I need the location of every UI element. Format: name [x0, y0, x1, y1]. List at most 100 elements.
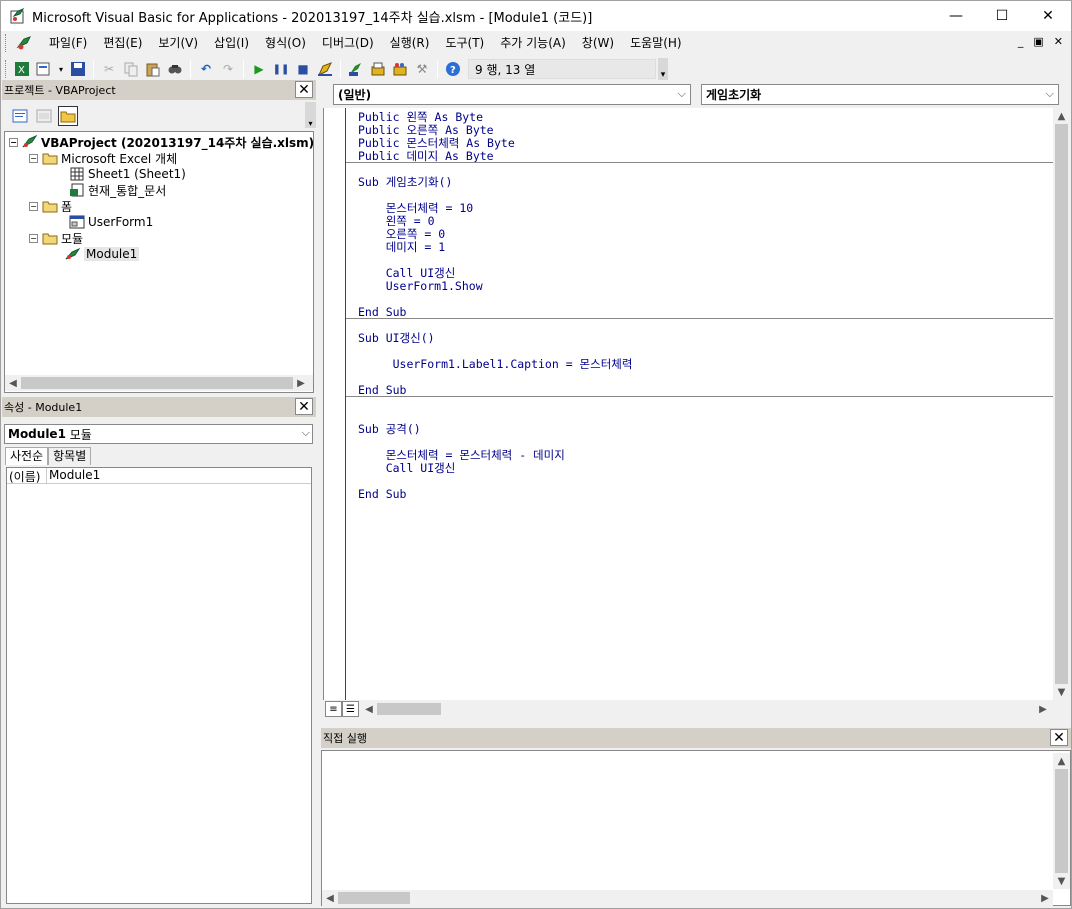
- code-line[interactable]: UserForm1.Label1.Caption = 몬스터체력: [358, 358, 633, 371]
- code-line[interactable]: Sub 게임초기화(): [358, 176, 452, 189]
- tab-alphabetic[interactable]: 사전순: [5, 447, 49, 465]
- code-line[interactable]: End Sub: [358, 488, 406, 501]
- project-pane-close-button[interactable]: ✕: [295, 81, 313, 98]
- collapse-icon[interactable]: −: [9, 137, 18, 147]
- menu-run[interactable]: 실행(R): [382, 31, 438, 55]
- object-browser-icon[interactable]: [391, 60, 409, 78]
- scroll-up-icon[interactable]: ▲: [1054, 108, 1070, 124]
- insert-module-icon[interactable]: [35, 60, 53, 78]
- tree-node-workbook[interactable]: 현재_통합_문서: [69, 182, 166, 198]
- menu-view[interactable]: 보기(V): [150, 31, 206, 55]
- scroll-right-icon[interactable]: ▶: [1035, 701, 1051, 717]
- project-hscrollbar[interactable]: ◀ ▶: [5, 375, 313, 391]
- design-mode-icon[interactable]: [316, 60, 334, 78]
- project-explorer-icon[interactable]: [347, 60, 365, 78]
- menu-window[interactable]: 창(W): [574, 31, 622, 55]
- tree-node-sheet1[interactable]: Sheet1 (Sheet1): [69, 166, 186, 182]
- properties-icon[interactable]: [369, 60, 387, 78]
- scroll-thumb[interactable]: [377, 703, 441, 715]
- tree-node-excel-objects[interactable]: − Microsoft Excel 개체: [29, 150, 177, 166]
- menu-insert[interactable]: 삽입(I): [206, 31, 257, 55]
- menu-addins[interactable]: 추가 기능(A): [492, 31, 574, 55]
- toolbar-grip[interactable]: [5, 60, 11, 78]
- menu-file[interactable]: 파일(F): [41, 31, 95, 55]
- toolbar-options-button[interactable]: ▾: [658, 58, 668, 80]
- chevron-down-icon[interactable]: ⌵: [1046, 87, 1054, 101]
- help-icon[interactable]: ?: [444, 60, 462, 78]
- menu-edit[interactable]: 편집(E): [95, 31, 150, 55]
- tree-node-forms[interactable]: − 폼: [29, 198, 72, 214]
- tree-node-userform1[interactable]: UserForm1: [69, 214, 153, 230]
- immediate-hscrollbar[interactable]: ◀ ▶: [322, 890, 1053, 906]
- scroll-left-icon[interactable]: ◀: [5, 375, 21, 391]
- redo-icon[interactable]: ↷: [219, 60, 237, 78]
- property-row[interactable]: (이름) Module1: [7, 468, 311, 484]
- code-editor[interactable]: Public 왼쪽 As Byte Public 오른쪽 As Byte Pub…: [323, 108, 1053, 700]
- scroll-up-icon[interactable]: ▲: [1054, 753, 1070, 769]
- toggle-folders-icon[interactable]: [58, 106, 78, 126]
- cut-icon[interactable]: ✂: [100, 60, 118, 78]
- collapse-icon[interactable]: −: [29, 153, 38, 163]
- minimize-button[interactable]: —: [933, 1, 979, 31]
- menu-format[interactable]: 형식(O): [257, 31, 314, 55]
- mdi-close-button[interactable]: ✕: [1054, 35, 1063, 48]
- tab-categorized[interactable]: 항목별: [48, 447, 92, 465]
- code-hscrollbar[interactable]: ◀ ▶: [361, 701, 1051, 717]
- code-line[interactable]: 데미지 = 1: [358, 241, 445, 254]
- full-module-view-icon[interactable]: ☰: [342, 701, 359, 717]
- scroll-thumb[interactable]: [1055, 124, 1068, 684]
- close-button[interactable]: ✕: [1025, 1, 1071, 31]
- chevron-down-icon[interactable]: ⌵: [678, 87, 686, 101]
- scroll-thumb[interactable]: [21, 377, 293, 389]
- object-combo[interactable]: (일반) ⌵: [333, 84, 691, 105]
- scroll-left-icon[interactable]: ◀: [361, 701, 377, 717]
- menu-debug[interactable]: 디버그(D): [314, 31, 382, 55]
- copy-icon[interactable]: [122, 60, 140, 78]
- excel-icon[interactable]: X: [13, 60, 31, 78]
- code-line[interactable]: Sub 공격(): [358, 423, 421, 436]
- scroll-down-icon[interactable]: ▼: [1054, 684, 1070, 700]
- mdi-restore-button[interactable]: ▣: [1033, 35, 1043, 48]
- menu-tools[interactable]: 도구(T): [437, 31, 492, 55]
- immediate-window[interactable]: [321, 750, 1071, 906]
- save-icon[interactable]: [69, 60, 87, 78]
- dropdown-arrow-icon[interactable]: ▾: [57, 60, 65, 78]
- tree-node-module1[interactable]: Module1: [65, 246, 140, 262]
- reset-icon[interactable]: ■: [294, 60, 312, 78]
- collapse-icon[interactable]: −: [29, 233, 38, 243]
- code-line[interactable]: Call UI갱신: [358, 462, 456, 475]
- immediate-vscrollbar[interactable]: ▲ ▼: [1053, 753, 1070, 889]
- tree-node-vbaproject[interactable]: − VBAProject (202013197_14주차 실습.xlsm): [9, 134, 313, 150]
- chevron-down-icon[interactable]: ⌵: [302, 426, 310, 440]
- immediate-pane-close-button[interactable]: ✕: [1050, 729, 1068, 746]
- scroll-right-icon[interactable]: ▶: [1037, 890, 1053, 906]
- view-object-icon[interactable]: [34, 106, 54, 126]
- toolbox-icon[interactable]: ⚒: [413, 60, 431, 78]
- undo-icon[interactable]: ↶: [197, 60, 215, 78]
- property-value[interactable]: Module1: [47, 468, 100, 483]
- tree-node-modules[interactable]: − 모듈: [29, 230, 83, 246]
- maximize-button[interactable]: ☐: [979, 1, 1025, 31]
- paste-icon[interactable]: [144, 60, 162, 78]
- procedure-combo[interactable]: 게임초기화 ⌵: [701, 84, 1059, 105]
- find-icon[interactable]: [166, 60, 184, 78]
- procedure-view-icon[interactable]: ≡: [325, 701, 342, 717]
- scroll-right-icon[interactable]: ▶: [293, 375, 309, 391]
- collapse-icon[interactable]: −: [29, 201, 38, 211]
- code-vscrollbar[interactable]: ▲ ▼: [1053, 108, 1070, 700]
- code-line[interactable]: Sub UI갱신(): [358, 332, 435, 345]
- scroll-thumb[interactable]: [338, 892, 410, 904]
- mdi-minimize-button[interactable]: _: [1018, 35, 1024, 48]
- project-toolbar-options[interactable]: ▾: [305, 102, 316, 128]
- scroll-down-icon[interactable]: ▼: [1054, 873, 1070, 889]
- properties-object-combo[interactable]: Module1 모듈 ⌵: [4, 424, 313, 444]
- view-code-icon[interactable]: [10, 106, 30, 126]
- vba-menu-icon[interactable]: [15, 34, 35, 52]
- code-line[interactable]: UserForm1.Show: [358, 280, 483, 293]
- menu-help[interactable]: 도움말(H): [622, 31, 690, 55]
- break-icon[interactable]: ❚❚: [272, 60, 290, 78]
- run-icon[interactable]: ▶: [250, 60, 268, 78]
- menu-grip[interactable]: [5, 34, 11, 52]
- scroll-thumb[interactable]: [1055, 769, 1068, 873]
- margin-indicator-bar[interactable]: [324, 108, 346, 700]
